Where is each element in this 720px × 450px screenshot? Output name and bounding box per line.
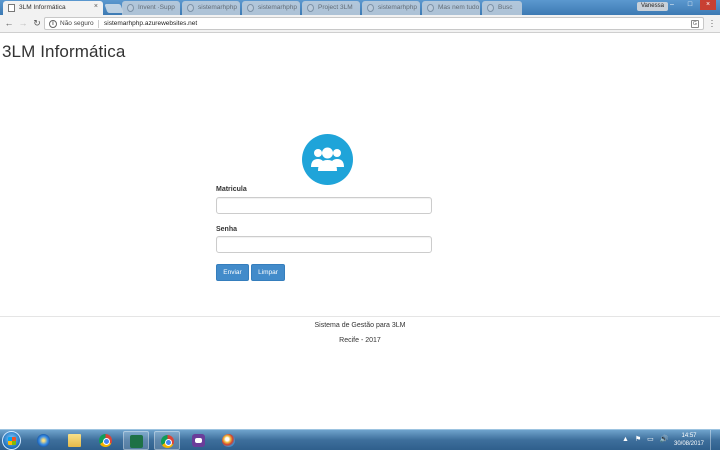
browser-tab[interactable]: Busc <box>482 1 522 15</box>
globe-icon <box>487 4 494 12</box>
browser-tab-strip: 3LM Informática × Invent ·Supp sistemarh… <box>0 0 720 15</box>
minimize-button[interactable]: – <box>664 0 680 10</box>
page-favicon-icon <box>8 4 15 12</box>
info-icon[interactable]: i <box>49 20 57 28</box>
volume-icon[interactable]: 🔊 <box>660 435 669 443</box>
taskbar-paint[interactable] <box>216 431 242 450</box>
globe-icon <box>247 4 254 12</box>
globe-icon <box>367 4 374 12</box>
users-group-glyph <box>311 147 344 171</box>
file-explorer-icon <box>68 434 81 447</box>
matricula-label: Matricula <box>216 186 247 193</box>
taskbar-chrome-active[interactable] <box>154 431 180 450</box>
windows-taskbar: ▲ ⚑ ▭ 🔊 14:57 30/08/2017 <box>0 429 720 450</box>
globe-icon <box>127 4 134 12</box>
url-text[interactable]: sistemarhphp.azurewebsites.net <box>104 20 197 27</box>
translate-icon[interactable]: G <box>691 20 699 28</box>
window-close-button[interactable]: × <box>700 0 716 10</box>
start-button[interactable] <box>2 431 21 450</box>
tab-title: Invent ·Supp <box>138 4 175 11</box>
tab-title: Project 3LM <box>318 4 353 11</box>
taskbar-clock[interactable]: 14:57 30/08/2017 <box>672 432 706 448</box>
purple-app-icon <box>192 434 205 447</box>
tab-title: sistemarhphp <box>258 4 298 11</box>
footer-system-name: Sistema de Gestão para 3LM <box>314 322 406 329</box>
excel-icon <box>130 435 143 448</box>
senha-input[interactable] <box>216 236 432 253</box>
windows-logo-icon <box>8 437 16 445</box>
kebab-menu-icon[interactable]: · · · <box>709 16 715 31</box>
tab-title: Mas nem tudo <box>438 4 480 11</box>
system-tray: ▲ ⚑ ▭ 🔊 <box>622 435 672 443</box>
footer-location-year: Recife - 2017 <box>339 337 381 344</box>
clock-time: 14:57 <box>681 433 697 439</box>
browser-toolbar: ← → ↻ i Não seguro sistemarhphp.azureweb… <box>0 15 720 33</box>
forward-arrow-icon[interactable]: → <box>18 18 28 29</box>
browser-tab[interactable]: Mas nem tudo <box>422 1 480 15</box>
reload-icon[interactable]: ↻ <box>32 18 42 29</box>
users-group-icon <box>302 134 353 185</box>
globe-icon <box>427 4 434 12</box>
browser-tab[interactable]: sistemarhphp <box>362 1 420 15</box>
globe-icon <box>307 4 314 12</box>
security-label[interactable]: Não seguro <box>60 20 94 27</box>
browser-tab[interactable]: Invent ·Supp <box>122 1 180 15</box>
enviar-button[interactable]: Enviar <box>216 264 249 281</box>
tab-title: sistemarhphp <box>198 4 238 11</box>
tab-title: 3LM Informática <box>19 4 66 11</box>
tab-title: Busc <box>498 4 513 11</box>
taskbar-excel[interactable] <box>123 431 149 450</box>
chrome-icon <box>99 434 112 447</box>
show-hidden-icons-icon[interactable]: ▲ <box>622 436 629 443</box>
browser-tab[interactable]: sistemarhphp <box>182 1 240 15</box>
browser-tab[interactable]: Project 3LM <box>302 1 360 15</box>
tab-close-icon[interactable]: × <box>94 3 98 10</box>
new-tab-button[interactable] <box>104 4 124 13</box>
tab-title: sistemarhphp <box>378 4 418 11</box>
address-bar[interactable]: i Não seguro sistemarhphp.azurewebsites.… <box>44 17 704 30</box>
taskbar-internet-explorer[interactable] <box>31 431 57 450</box>
browser-tab[interactable]: sistemarhphp <box>242 1 300 15</box>
taskbar-chrome[interactable] <box>93 431 119 450</box>
senha-label: Senha <box>216 226 238 233</box>
back-arrow-icon[interactable]: ← <box>4 18 14 29</box>
limpar-button[interactable]: Limpar <box>251 264 285 281</box>
taskbar-purple-app[interactable] <box>186 431 212 450</box>
globe-icon <box>187 4 194 12</box>
network-icon[interactable]: ▭ <box>647 435 654 443</box>
internet-explorer-icon <box>37 434 50 447</box>
footer-divider <box>0 316 720 317</box>
taskbar-file-explorer[interactable] <box>62 431 88 450</box>
url-divider <box>98 20 99 28</box>
page-title: 3LM Informática <box>2 42 126 61</box>
maximize-button[interactable]: □ <box>682 0 698 10</box>
chrome-icon <box>161 435 174 448</box>
paint-icon <box>222 434 235 447</box>
matricula-input[interactable] <box>216 197 432 214</box>
clock-date: 30/08/2017 <box>673 441 705 447</box>
tab-3lm-informatica[interactable]: 3LM Informática × <box>3 1 103 15</box>
show-desktop-button[interactable] <box>710 430 720 450</box>
action-center-flag-icon[interactable]: ⚑ <box>635 435 641 443</box>
